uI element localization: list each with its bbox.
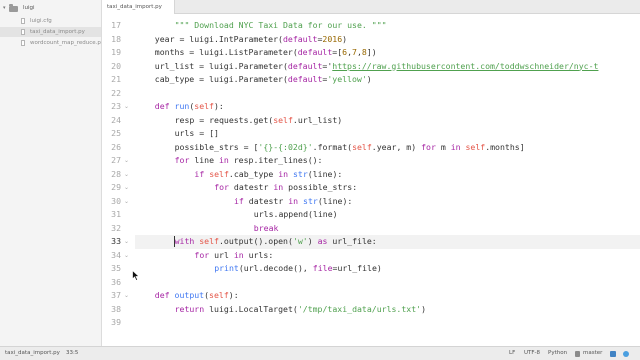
file-label: luigi.cfg xyxy=(30,18,52,24)
fold-chevron-icon[interactable]: ⌄ xyxy=(124,100,129,114)
code-line[interactable]: if datestr in str(line): xyxy=(135,195,640,209)
line-number: 25 xyxy=(111,128,121,138)
code-line[interactable]: urls = [] xyxy=(135,127,640,141)
code-line[interactable]: """ Download NYC Taxi Data for our use. … xyxy=(135,19,640,33)
fold-chevron-icon[interactable]: ⌄ xyxy=(124,235,129,249)
code-line[interactable]: year = luigi.IntParameter(default=2016) xyxy=(135,33,640,47)
line-number: 19 xyxy=(111,47,121,57)
code-line[interactable] xyxy=(135,276,640,290)
text-cursor xyxy=(173,236,175,247)
file-label: wordcount_map_reduce.py xyxy=(30,40,102,46)
file-item-wordcount[interactable]: wordcount_map_reduce.py xyxy=(0,38,102,48)
fold-chevron-icon[interactable]: ⌄ xyxy=(124,195,129,209)
code-line[interactable]: def run(self): xyxy=(135,100,640,114)
fold-chevron-icon[interactable]: ⌄ xyxy=(124,154,129,168)
line-number: 36 xyxy=(111,276,121,287)
line-number: 28 xyxy=(111,168,121,179)
line-number: 30 xyxy=(111,195,121,206)
line-number: 29 xyxy=(111,182,121,192)
line-number: 31 xyxy=(111,209,121,219)
fold-chevron-icon[interactable]: ⌄ xyxy=(124,249,129,263)
line-number-gutter: 17 18 19 20 21 22 23 ⌄ 24 25 26 27 ⌄ 28 ⌄ 29 ⌄ 30 ⌄ 31 32 33 ⌄… xyxy=(103,14,135,346)
line-number: 33 xyxy=(111,236,121,246)
line-number: 37 xyxy=(111,290,121,300)
status-bar: taxi_data_import.py 33:5 LF UTF-8 Python… xyxy=(0,346,640,360)
code-line[interactable] xyxy=(135,316,640,330)
line-number: 32 xyxy=(111,222,121,233)
file-item-luigi-cfg[interactable]: luigi.cfg xyxy=(0,16,101,26)
file-item-taxi-data-import[interactable]: taxi_data_import.py xyxy=(0,27,101,37)
file-label: taxi_data_import.py xyxy=(30,29,85,35)
code-line[interactable]: if self.cab_type in str(line): xyxy=(135,168,640,182)
line-number: 20 xyxy=(111,60,121,71)
github-icon[interactable] xyxy=(610,351,616,357)
code-line[interactable]: urls.append(line) xyxy=(135,208,640,222)
code-editor[interactable]: 17 18 19 20 21 22 23 ⌄ 24 25 26 27 ⌄ 28 ⌄ 29 ⌄ 30 ⌄ 31 32 33 ⌄… xyxy=(103,14,640,346)
code-line[interactable]: for datestr in possible_strs: xyxy=(135,181,640,195)
chevron-down-icon: ▾ xyxy=(3,5,6,11)
line-number: 38 xyxy=(111,303,121,314)
status-file-name[interactable]: taxi_data_import.py xyxy=(5,347,60,360)
fold-chevron-icon[interactable]: ⌄ xyxy=(124,168,129,182)
status-cursor-position[interactable]: 33:5 xyxy=(66,347,78,360)
code-line[interactable]: months = luigi.ListParameter(default=[6,… xyxy=(135,46,640,60)
fold-chevron-icon[interactable]: ⌄ xyxy=(124,289,129,303)
folder-icon xyxy=(9,4,18,12)
line-number: 27 xyxy=(111,155,121,165)
code-line[interactable]: possible_strs = ['{}-{:02d}'.format(self… xyxy=(135,141,640,155)
code-line[interactable]: return luigi.LocalTarget('/tmp/taxi_data… xyxy=(135,303,640,317)
fold-chevron-icon[interactable]: ⌄ xyxy=(124,181,129,195)
line-number: 39 xyxy=(111,317,121,327)
file-icon xyxy=(21,40,25,46)
file-icon xyxy=(21,18,25,24)
code-line[interactable] xyxy=(135,87,640,101)
git-branch-icon xyxy=(575,351,580,357)
code-line[interactable]: def output(self): xyxy=(135,289,640,303)
line-number: 22 xyxy=(111,87,121,98)
code-line[interactable]: cab_type = luigi.Parameter(default='yell… xyxy=(135,73,640,87)
tab-bar: taxi_data_import.py xyxy=(103,0,640,14)
file-icon xyxy=(21,29,25,35)
line-number: 18 xyxy=(111,33,121,44)
tree-view: ▾ luigi luigi.cfg taxi_data_import.py wo… xyxy=(0,0,102,346)
code-line[interactable]: for line in resp.iter_lines(): xyxy=(135,154,640,168)
status-git-branch[interactable]: master xyxy=(583,347,602,360)
line-number: 34 xyxy=(111,249,121,260)
status-encoding[interactable]: UTF-8 xyxy=(524,347,540,360)
twitter-icon[interactable] xyxy=(623,351,629,357)
status-grammar[interactable]: Python xyxy=(548,347,567,360)
line-number: 23 xyxy=(111,101,121,111)
code-line[interactable]: url_list = luigi.Parameter(default='http… xyxy=(135,60,640,74)
tab-taxi-data-import[interactable]: taxi_data_import.py xyxy=(103,0,175,14)
line-number: 35 xyxy=(111,263,121,273)
code-line[interactable]: print(url.decode(), file=url_file) xyxy=(135,262,640,276)
code-line[interactable]: for url in urls: xyxy=(135,249,640,263)
mouse-pointer-icon xyxy=(132,270,140,281)
code-line[interactable]: with self.output().open('w') as url_file… xyxy=(135,235,640,249)
status-line-ending[interactable]: LF xyxy=(509,347,515,360)
code-line[interactable]: break xyxy=(135,222,640,236)
line-number: 21 xyxy=(111,74,121,84)
code-line[interactable]: resp = requests.get(self.url_list) xyxy=(135,114,640,128)
folder-label: luigi xyxy=(23,5,35,11)
line-number: 26 xyxy=(111,141,121,152)
line-number: 17 xyxy=(111,20,121,30)
folder-luigi[interactable]: ▾ luigi xyxy=(0,3,101,13)
line-number: 24 xyxy=(111,114,121,125)
